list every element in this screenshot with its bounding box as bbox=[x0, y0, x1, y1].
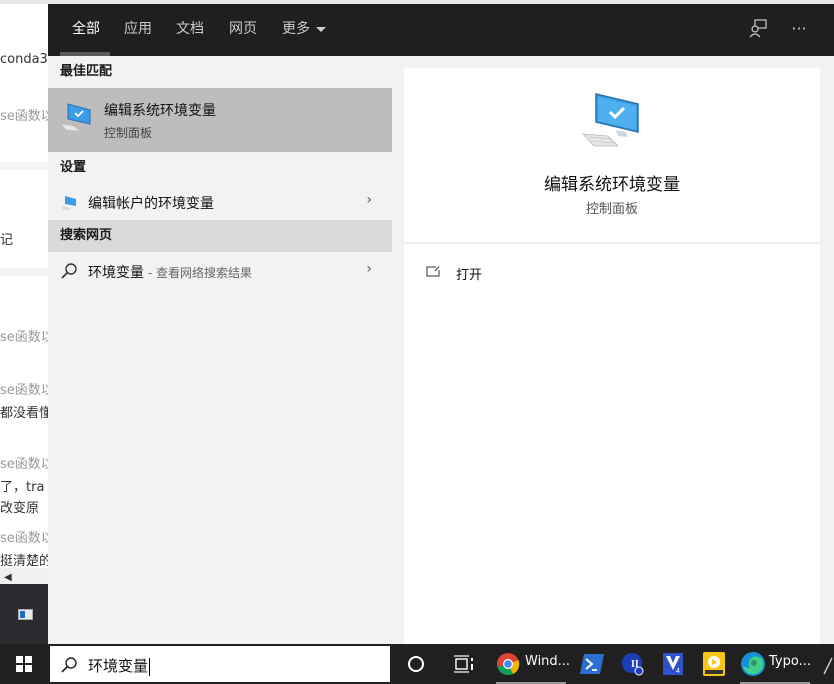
taskbar-search-input[interactable]: 环境变量 bbox=[50, 646, 390, 682]
open-icon bbox=[426, 266, 440, 277]
chevron-right-icon[interactable]: › bbox=[366, 261, 372, 277]
task-view-icon[interactable] bbox=[450, 648, 478, 680]
best-match-title: 编辑系统环境变量 bbox=[104, 103, 216, 119]
background-text: conda3 bbox=[0, 52, 48, 67]
windows-logo-icon bbox=[16, 656, 32, 672]
powershell-icon[interactable] bbox=[580, 648, 604, 680]
pen-tool-icon[interactable] bbox=[822, 648, 834, 680]
background-text: se函数以 bbox=[0, 383, 48, 398]
web-search-label: 环境变量 - 查看网络搜索结果 bbox=[88, 262, 252, 282]
background-text: se函数以 bbox=[0, 457, 48, 472]
search-menu: 全部 应用 文档 网页 更多 ··· 最佳匹配 编辑系统环境变量 控制面板 设置 bbox=[48, 4, 834, 644]
taskbar: 环境变量 Wind... II 4 Typo... bbox=[0, 644, 834, 684]
tab-web[interactable]: 网页 bbox=[229, 18, 257, 40]
background-text: 挺清楚的 bbox=[0, 554, 48, 569]
background-text: 都没看懂 bbox=[0, 406, 48, 421]
edge-window-label[interactable]: Typo... bbox=[769, 654, 811, 669]
tab-documents[interactable]: 文档 bbox=[176, 18, 204, 40]
chevron-down-icon bbox=[316, 26, 326, 32]
section-web-label: 搜索网页 bbox=[48, 220, 392, 252]
background-text: se函数以 bbox=[0, 531, 48, 546]
search-icon bbox=[61, 657, 77, 673]
background-separator bbox=[0, 268, 48, 276]
scroll-left-arrow-icon[interactable]: ◀ bbox=[4, 572, 12, 583]
section-best-match-label: 最佳匹配 bbox=[60, 64, 113, 79]
chrome-window-label[interactable]: Wind... bbox=[525, 654, 570, 669]
settings-item-label: 编辑帐户的环境变量 bbox=[88, 196, 214, 212]
background-text: se函数以 bbox=[0, 109, 48, 124]
preview-subtitle: 控制面板 bbox=[585, 202, 638, 217]
web-search-query: 环境变量 bbox=[88, 265, 144, 281]
tab-all[interactable]: 全部 bbox=[72, 18, 100, 40]
start-button[interactable] bbox=[0, 644, 48, 684]
preview-divider bbox=[404, 242, 820, 244]
chevron-right-icon[interactable]: › bbox=[366, 192, 372, 208]
search-menu-header: 全部 应用 文档 网页 更多 ··· bbox=[48, 4, 834, 56]
preview-pane: 编辑系统环境变量 控制面板 打开 bbox=[404, 68, 820, 644]
cortana-circle-icon[interactable] bbox=[402, 648, 430, 680]
window-icon[interactable] bbox=[18, 609, 33, 620]
best-match-subtitle: 控制面板 bbox=[104, 126, 153, 140]
chrome-icon[interactable] bbox=[496, 648, 520, 680]
more-options-icon[interactable]: ··· bbox=[788, 18, 810, 40]
background-text: 记 bbox=[0, 233, 14, 248]
edge-icon[interactable] bbox=[740, 648, 766, 680]
search-icon bbox=[61, 263, 77, 279]
app-ii-icon[interactable]: II bbox=[620, 648, 644, 680]
feedback-icon[interactable] bbox=[747, 18, 769, 40]
web-search-item[interactable]: 环境变量 - 查看网络搜索结果 › bbox=[48, 254, 392, 288]
computer-check-icon bbox=[60, 103, 91, 132]
computer-check-icon bbox=[61, 196, 76, 210]
background-text: 了，tra bbox=[0, 480, 45, 495]
search-input-value: 环境变量 bbox=[88, 657, 151, 676]
background-text: se函数以 bbox=[0, 330, 48, 345]
settings-item-edit-user-env[interactable]: 编辑帐户的环境变量 › bbox=[48, 185, 392, 219]
computer-check-icon bbox=[582, 93, 639, 147]
web-search-suffix: - 查看网络搜索结果 bbox=[144, 266, 252, 280]
player-icon[interactable] bbox=[702, 648, 726, 680]
text-caret bbox=[149, 657, 151, 676]
best-match-item[interactable]: 编辑系统环境变量 控制面板 bbox=[48, 88, 392, 152]
tab-more-label: 更多 bbox=[282, 21, 310, 37]
background-text: 改变原 bbox=[0, 501, 40, 516]
open-action-label: 打开 bbox=[456, 268, 483, 283]
app-v4-icon[interactable]: 4 bbox=[661, 648, 685, 680]
tab-more[interactable]: 更多 bbox=[282, 18, 326, 40]
section-settings-label: 设置 bbox=[60, 160, 87, 175]
background-separator bbox=[0, 162, 48, 170]
svg-text:4: 4 bbox=[676, 668, 680, 675]
tab-apps[interactable]: 应用 bbox=[124, 18, 152, 40]
preview-title: 编辑系统环境变量 bbox=[544, 175, 680, 195]
results-pane: 最佳匹配 编辑系统环境变量 控制面板 设置 编辑帐户的环境变量 › 搜索网页 环… bbox=[48, 56, 392, 644]
